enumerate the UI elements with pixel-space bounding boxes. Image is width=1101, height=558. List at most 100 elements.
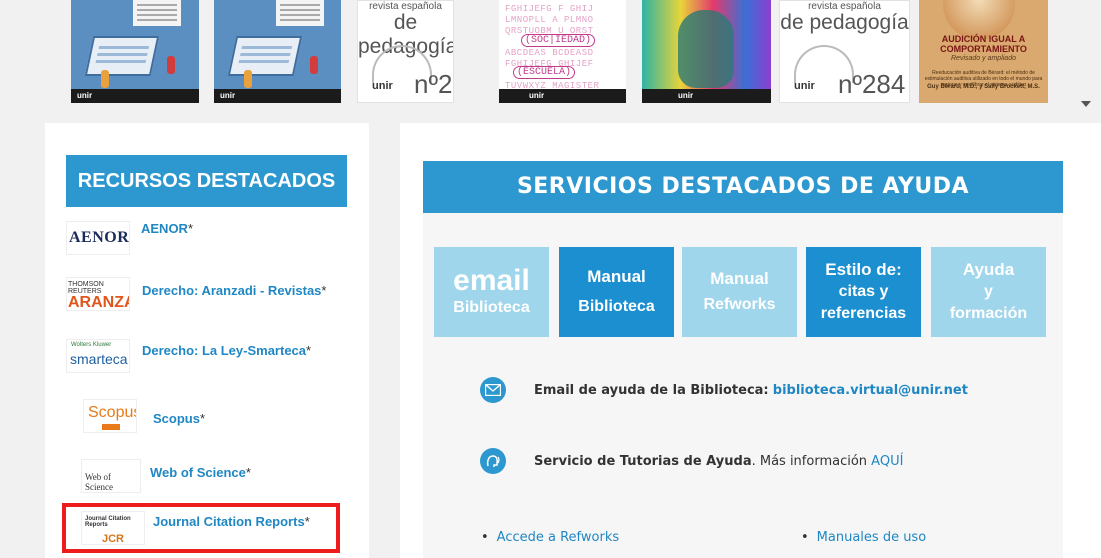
book-cover-1[interactable]: unir bbox=[71, 0, 199, 103]
book-subtitle: Revisado y ampliado bbox=[951, 55, 1016, 62]
book-cover-6[interactable]: revista española de pedagogía unir nº284 bbox=[779, 0, 910, 103]
bullet-dot: • bbox=[481, 530, 489, 545]
resource-star: * bbox=[199, 411, 206, 426]
cover-title-plate bbox=[276, 0, 324, 26]
web-of-science-logo: Web of Science bbox=[81, 459, 141, 493]
estilo-citas-button[interactable]: Estilo de: citas y referencias bbox=[806, 247, 921, 337]
resource-name[interactable]: Scopus* bbox=[153, 411, 205, 426]
bullet-label: Manuales de uso bbox=[816, 530, 927, 545]
resource-label: AENOR bbox=[141, 221, 188, 236]
aranzadi-logo: THOMSON REUTERS ARANZADI bbox=[66, 277, 130, 311]
logo-main-text: ARANZADI bbox=[68, 294, 129, 311]
book-title-line-1: AUDICIÓN IGUAL A bbox=[941, 34, 1026, 44]
resource-name[interactable]: Web of Science* bbox=[150, 465, 251, 480]
cover-illustration bbox=[84, 36, 160, 76]
cover-figure bbox=[101, 70, 109, 88]
scopus-logo: Scopus bbox=[83, 399, 137, 433]
tutor-help-link[interactable]: AQUÍ bbox=[871, 454, 903, 469]
cover-title-plate bbox=[133, 0, 181, 26]
tutor-help-text: Servicio de Tutorias de Ayuda. Más infor… bbox=[534, 454, 903, 469]
tutor-help-label: Servicio de Tutorias de Ayuda bbox=[534, 453, 752, 469]
book-brand: unir bbox=[372, 80, 393, 92]
book-cover-2[interactable]: unir bbox=[214, 0, 341, 103]
button-line-2: citas y bbox=[838, 283, 889, 300]
book-authors: Guy Bérard, M.D., y Sally Brockett, M.S. bbox=[927, 84, 1040, 90]
cover-figure bbox=[167, 56, 175, 74]
resource-name[interactable]: AENOR* bbox=[141, 221, 193, 236]
bullet-refworks[interactable]: • Accede a Refworks bbox=[481, 530, 619, 545]
logo-main-text: smarteca bbox=[70, 351, 128, 367]
resource-name[interactable]: Derecho: Aranzadi - Revistas* bbox=[142, 283, 326, 298]
book-brand: unir bbox=[214, 89, 341, 103]
resources-panel: RECURSOS DESTACADOS AENOR AENOR* THOMSON… bbox=[45, 123, 369, 558]
resource-label: Web of Science bbox=[150, 465, 246, 480]
button-line-3: formación bbox=[949, 305, 1028, 322]
button-line-3: referencias bbox=[820, 305, 907, 322]
highlight-box bbox=[62, 503, 340, 553]
cover-figure bbox=[244, 70, 252, 88]
journal-title: de pedagogía bbox=[780, 11, 909, 34]
resource-label: Derecho: Aranzadi - Revistas bbox=[142, 283, 322, 298]
email-help-row: Email de ayuda de la Biblioteca: bibliot… bbox=[480, 377, 968, 403]
book-cover-5[interactable]: unir bbox=[642, 0, 771, 103]
book-brand: unir bbox=[642, 89, 771, 103]
issue-number: nº285 bbox=[414, 69, 453, 99]
book-brand: unir bbox=[794, 80, 815, 92]
manual-biblioteca-button[interactable]: Manual Biblioteca bbox=[559, 247, 674, 337]
resource-star: * bbox=[306, 343, 312, 358]
smarteca-logo: Wolters Kluwer smarteca bbox=[66, 339, 130, 373]
caret-down-icon[interactable] bbox=[1081, 101, 1091, 107]
ayuda-formacion-button[interactable]: Ayuda y formación bbox=[931, 247, 1046, 337]
cover-portrait bbox=[678, 10, 734, 88]
email-help-link[interactable]: biblioteca.virtual@unir.net bbox=[773, 383, 968, 398]
word-highlight: (ESCUELA) bbox=[513, 66, 576, 79]
resource-star: * bbox=[245, 465, 251, 480]
button-line-2: Refworks bbox=[703, 296, 776, 313]
envelope-icon bbox=[480, 377, 506, 403]
resource-label: Scopus bbox=[153, 411, 200, 426]
button-line-2: Biblioteca bbox=[453, 299, 530, 316]
email-help-label: Email de ayuda de la Biblioteca: bbox=[534, 382, 769, 398]
services-area: email Biblioteca Manual Biblioteca Manua… bbox=[423, 213, 1063, 558]
resource-star: * bbox=[321, 283, 327, 298]
resource-star: * bbox=[187, 221, 194, 236]
aenor-logo: AENOR bbox=[66, 221, 130, 255]
issue-number: nº284 bbox=[838, 69, 906, 99]
word-highlight: (SOC|IEDAD) bbox=[521, 34, 596, 47]
button-line-1: email bbox=[453, 264, 530, 297]
services-panel: SERVICIOS DESTACADOS DE AYUDA email Bibl… bbox=[400, 123, 1101, 558]
logo-bar bbox=[102, 424, 120, 430]
book-title-line-2: COMPORTAMIENTO bbox=[940, 44, 1027, 54]
button-line-1: Manual bbox=[587, 267, 646, 286]
logo-main-text: Scopus bbox=[88, 404, 137, 421]
bullet-dot: • bbox=[801, 530, 809, 545]
logo-top-text: THOMSON REUTERS bbox=[68, 281, 104, 295]
book-brand: unir bbox=[499, 89, 626, 103]
book-brand: unir bbox=[71, 89, 199, 103]
bullet-label: Accede a Refworks bbox=[496, 530, 620, 545]
manual-refworks-button[interactable]: Manual Refworks bbox=[682, 247, 797, 337]
book-cover-7[interactable]: AUDICIÓN IGUAL A COMPORTAMIENTO Revisado… bbox=[919, 0, 1048, 103]
book-cover-3[interactable]: revista española de pedagogía unir nº285 bbox=[357, 0, 454, 103]
email-biblioteca-button[interactable]: email Biblioteca bbox=[434, 247, 549, 337]
bullet-manuales[interactable]: • Manuales de uso bbox=[801, 530, 926, 545]
cover-illustration bbox=[227, 36, 303, 76]
email-help-text: Email de ayuda de la Biblioteca: bibliot… bbox=[534, 383, 968, 398]
book-carousel: unir unir revista española de pedagogía … bbox=[0, 0, 1101, 112]
tutor-help-row: Servicio de Tutorias de Ayuda. Más infor… bbox=[480, 448, 903, 474]
button-line-2: Biblioteca bbox=[578, 298, 655, 315]
button-line-1: Estilo de: bbox=[825, 260, 902, 279]
button-line-2: y bbox=[984, 283, 993, 300]
button-line-1: Manual bbox=[710, 269, 769, 288]
services-heading: SERVICIOS DESTACADOS DE AYUDA bbox=[423, 161, 1063, 213]
tutor-help-middle: . Más información bbox=[751, 453, 872, 469]
logo-top-text: Wolters Kluwer bbox=[71, 342, 112, 348]
cover-figure bbox=[310, 56, 318, 74]
button-line-1: Ayuda bbox=[962, 260, 1015, 279]
speaking-head-icon bbox=[480, 448, 506, 474]
resource-label: Derecho: La Ley-Smarteca bbox=[142, 343, 307, 358]
resources-heading: RECURSOS DESTACADOS bbox=[66, 155, 347, 207]
resource-name[interactable]: Derecho: La Ley-Smarteca* bbox=[142, 343, 311, 358]
book-title: AUDICIÓN IGUAL A COMPORTAMIENTO bbox=[919, 34, 1048, 54]
book-cover-4[interactable]: FGHIJEFG F GHIJ LMNOPLL A PLMNO QRSTUOBM U… bbox=[499, 0, 626, 103]
